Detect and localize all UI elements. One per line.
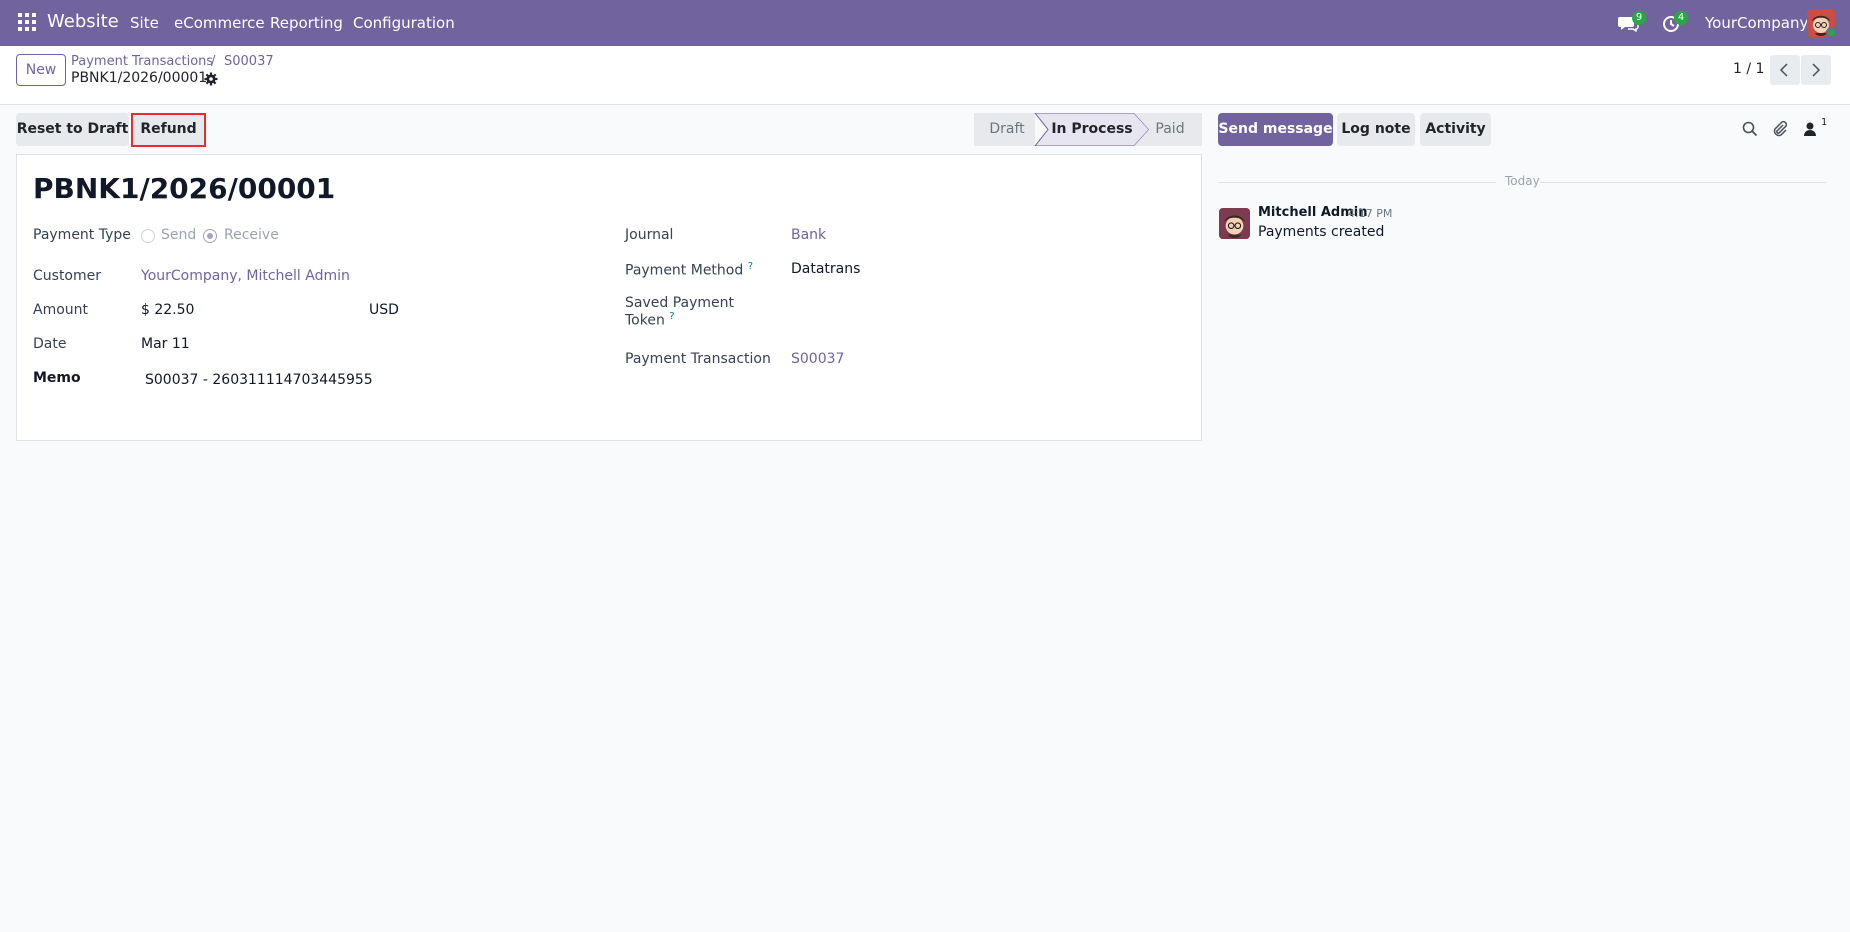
status-in-process[interactable]: In Process	[1050, 113, 1134, 146]
payment-method-label: Payment Method ?	[625, 261, 754, 279]
reset-to-draft-button[interactable]: Reset to Draft	[16, 113, 129, 146]
menu-site[interactable]: Site	[130, 14, 159, 32]
payment-transaction-label: Payment Transaction	[625, 351, 771, 367]
date-separator: Today	[1505, 174, 1540, 188]
customer-field[interactable]: YourCompany, Mitchell Admin	[141, 268, 350, 284]
payment-type-label: Payment Type	[33, 227, 131, 243]
pager-previous-button[interactable]	[1770, 55, 1800, 85]
menu-ecommerce[interactable]: eCommerce	[174, 14, 265, 32]
saved-token-help-icon[interactable]: ?	[669, 311, 674, 322]
paperclip-icon[interactable]	[1771, 120, 1789, 138]
payment-method-help-icon[interactable]: ?	[748, 261, 753, 272]
date-separator-line-left	[1218, 182, 1496, 183]
breadcrumb-current-record: PBNK1/2026/00001	[71, 70, 208, 86]
gear-icon[interactable]	[204, 72, 218, 86]
date-separator-line-right	[1540, 182, 1826, 183]
activities-badge: 4	[1674, 11, 1688, 25]
customer-label: Customer	[33, 268, 102, 284]
memo-field[interactable]: S00037 - 260311114703445955	[145, 372, 373, 388]
breadcrumb-payment-transactions[interactable]: Payment Transactions	[71, 54, 213, 69]
top-navbar: Website Site eCommerce Reporting Configu…	[0, 0, 1850, 46]
new-button[interactable]: New	[16, 54, 66, 86]
date-field[interactable]: Mar 11	[141, 336, 190, 352]
saved-payment-token-label: Saved Payment Token ?	[625, 295, 734, 329]
messages-badge: 9	[1632, 11, 1646, 25]
payment-type-send-radio[interactable]	[141, 229, 155, 243]
message-body: Payments created	[1258, 224, 1385, 240]
status-paid[interactable]: Paid	[1150, 113, 1190, 146]
date-label: Date	[33, 336, 67, 352]
amount-label: Amount	[33, 302, 89, 318]
menu-reporting[interactable]: Reporting	[270, 14, 343, 32]
app-name[interactable]: Website	[47, 11, 119, 32]
journal-field[interactable]: Bank	[791, 227, 826, 243]
breadcrumb-order[interactable]: S00037	[224, 54, 274, 69]
status-draft[interactable]: Draft	[974, 113, 1040, 146]
activity-button[interactable]: Activity	[1420, 113, 1491, 146]
message-time: 4:17 PM	[1348, 207, 1393, 220]
memo-label: Memo	[33, 370, 81, 386]
pager-next-button[interactable]	[1801, 55, 1831, 85]
amount-field[interactable]: $ 22.50	[141, 302, 194, 318]
followers-count: 1	[1821, 117, 1828, 128]
payment-type-send-label[interactable]: Send	[161, 227, 196, 243]
pager-value[interactable]: 1 / 1	[1733, 61, 1764, 77]
search-icon[interactable]	[1741, 120, 1759, 138]
record-name: PBNK1/2026/00001	[33, 172, 336, 205]
followers-user-icon[interactable]	[1801, 120, 1819, 138]
breadcrumb-separator: /	[211, 54, 216, 69]
payment-type-receive-radio[interactable]	[203, 229, 217, 243]
company-switcher[interactable]: YourCompany	[1705, 14, 1808, 32]
send-message-button[interactable]: Send message	[1218, 113, 1333, 146]
payment-type-receive-label[interactable]: Receive	[224, 227, 279, 243]
payment-transaction-field[interactable]: S00037	[791, 351, 844, 367]
refund-button[interactable]: Refund	[133, 113, 204, 146]
menu-configuration[interactable]: Configuration	[353, 14, 455, 32]
currency-field[interactable]: USD	[369, 302, 399, 318]
control-panel: New Payment Transactions / S00037 PBNK1/…	[0, 46, 1850, 105]
log-note-button[interactable]: Log note	[1337, 113, 1415, 146]
apps-menu-icon[interactable]	[18, 13, 36, 31]
message-author-avatar[interactable]	[1219, 208, 1250, 239]
journal-label: Journal	[625, 227, 674, 243]
online-status-dot	[1826, 27, 1837, 38]
payment-method-field[interactable]: Datatrans	[791, 261, 860, 277]
